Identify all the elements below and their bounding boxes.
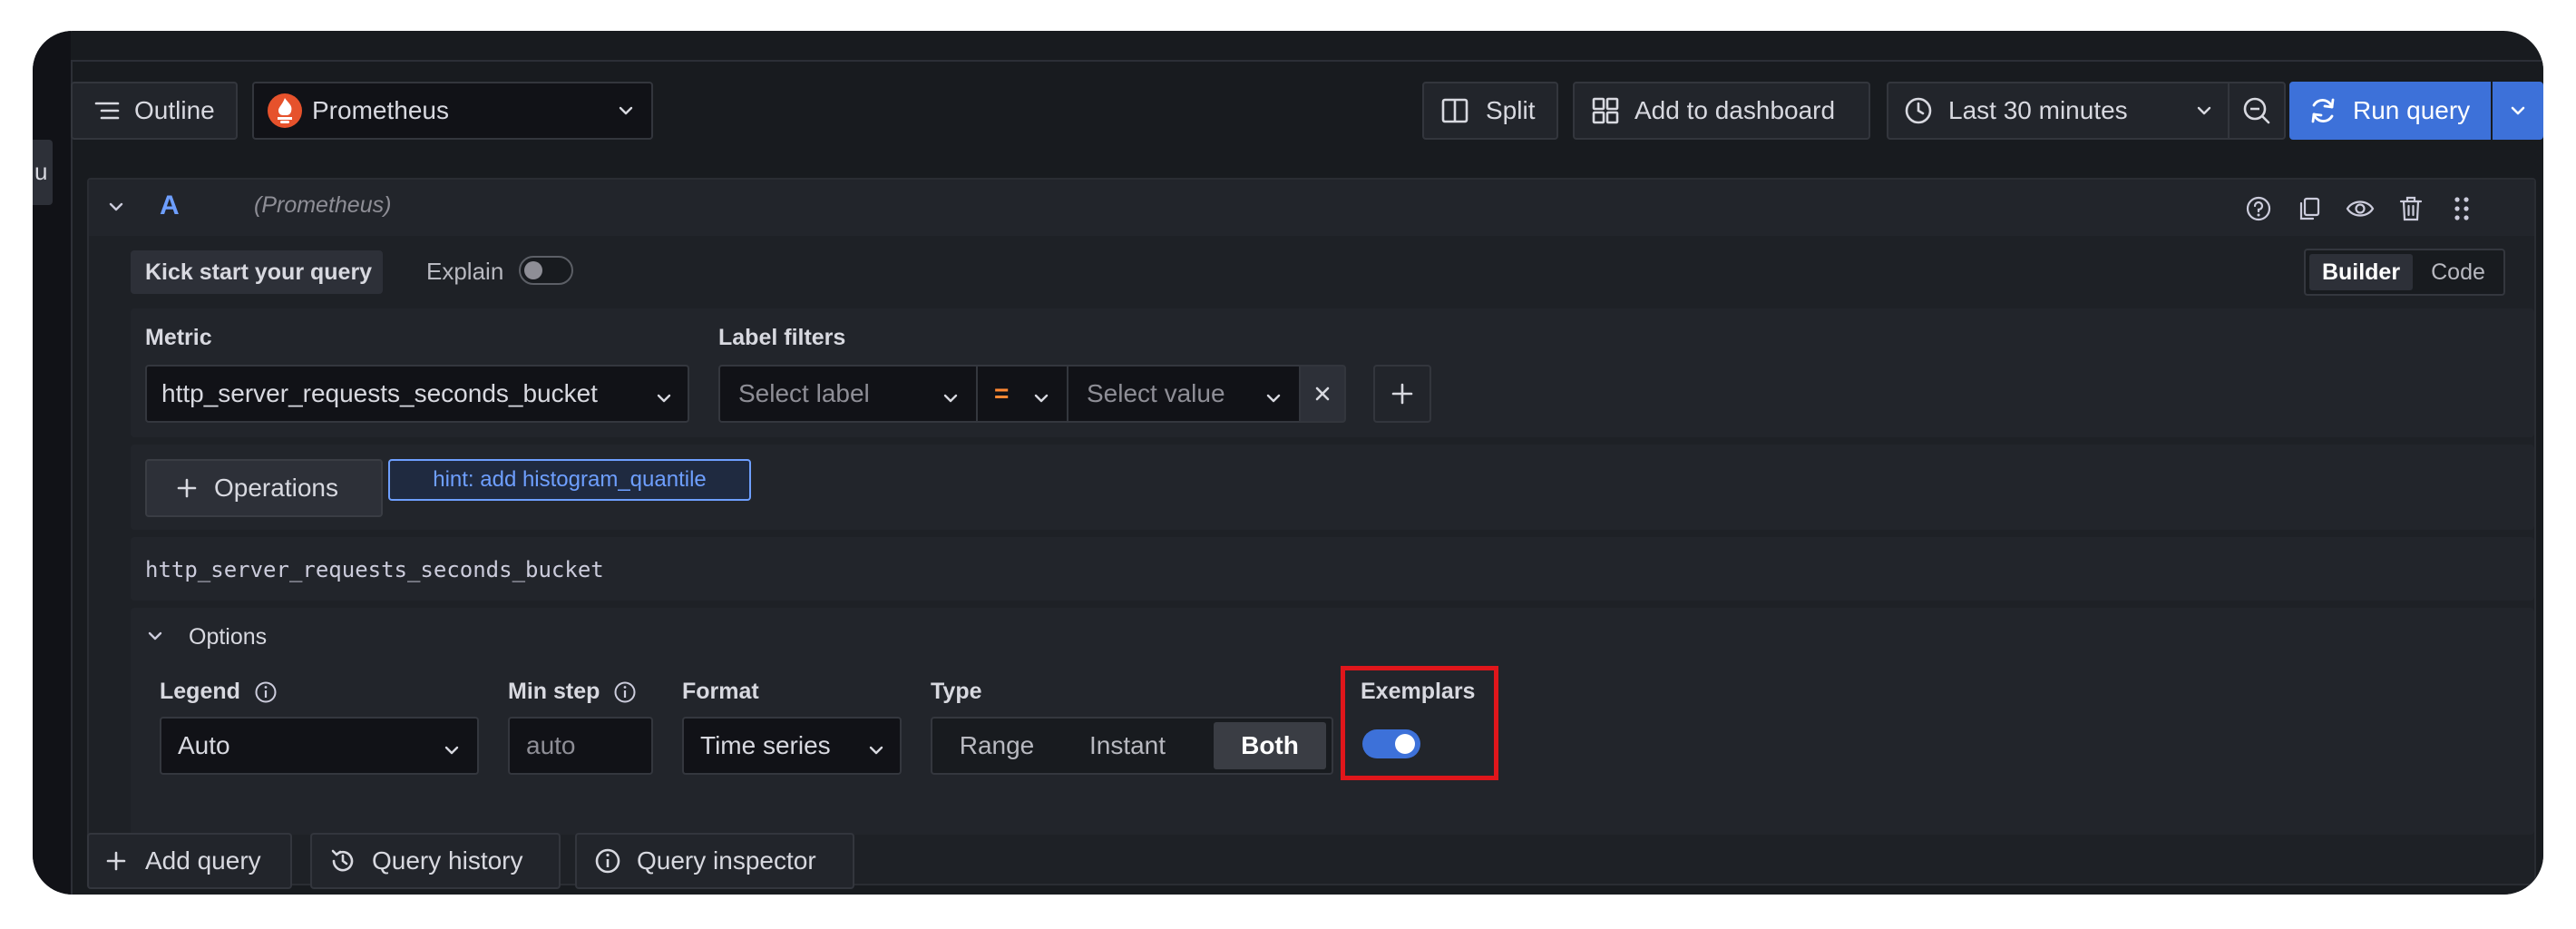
- metric-label: Metric: [145, 325, 212, 350]
- type-option-both[interactable]: Both: [1214, 722, 1326, 769]
- outline-label: Outline: [134, 96, 215, 124]
- close-icon: [1312, 384, 1332, 404]
- help-icon[interactable]: [2242, 192, 2275, 225]
- plus-icon: [105, 850, 127, 872]
- prometheus-icon: [267, 93, 303, 129]
- kick-start-label: Kick start your query: [145, 259, 373, 285]
- remove-filter-button[interactable]: [1299, 365, 1346, 423]
- history-icon: [328, 846, 357, 875]
- chevron-down-icon: [655, 385, 673, 414]
- metric-select[interactable]: http_server_requests_seconds_bucket: [145, 365, 689, 423]
- legend-value: Auto: [178, 731, 230, 759]
- query-row-header[interactable]: [89, 180, 2534, 236]
- zoom-out-icon: [2241, 95, 2272, 126]
- outline-icon: [91, 100, 123, 122]
- chevron-down-icon: [2195, 102, 2213, 120]
- run-query-button[interactable]: Run query: [2289, 82, 2491, 140]
- split-button[interactable]: Split: [1422, 82, 1558, 140]
- run-query-label: Run query: [2353, 96, 2471, 124]
- query-ref-id[interactable]: A: [160, 191, 180, 221]
- info-circle-icon: [593, 846, 622, 875]
- time-range-label: Last 30 minutes: [1948, 96, 2128, 124]
- trash-icon[interactable]: [2395, 192, 2427, 225]
- min-step-input[interactable]: auto: [508, 717, 653, 775]
- eye-icon[interactable]: [2344, 192, 2376, 225]
- zoom-out-button[interactable]: [2228, 82, 2286, 140]
- metric-value: http_server_requests_seconds_bucket: [161, 379, 598, 407]
- explore-window: u Outline Prometheus Split Add to dashbo…: [33, 31, 2543, 895]
- label-value-select[interactable]: Select value: [1067, 365, 1301, 423]
- type-option-range[interactable]: Range: [936, 722, 1058, 769]
- options-title[interactable]: Options: [189, 624, 267, 650]
- explain-toggle-knob: [524, 261, 542, 279]
- apps-icon: [1591, 96, 1620, 125]
- time-range-picker[interactable]: Last 30 minutes: [1887, 82, 2230, 140]
- clock-icon: [1903, 95, 1934, 126]
- operations-button[interactable]: Operations: [145, 459, 383, 517]
- plus-icon: [176, 477, 198, 499]
- min-step-placeholder: auto: [526, 731, 576, 759]
- hint-histogram-quantile[interactable]: hint: add histogram_quantile: [388, 459, 751, 501]
- label-key-select[interactable]: Select label: [718, 365, 978, 423]
- side-tab-label: u: [34, 158, 48, 185]
- chevron-down-icon: [942, 385, 960, 414]
- add-query-button[interactable]: Add query: [87, 833, 292, 889]
- mode-option-builder[interactable]: Builder: [2309, 254, 2413, 290]
- legend-label: Legend: [160, 679, 240, 704]
- type-option-instant[interactable]: Instant: [1058, 722, 1197, 769]
- outline-button[interactable]: Outline: [71, 82, 238, 140]
- chevron-down-icon: [2509, 102, 2527, 120]
- chevron-down-icon: [443, 737, 461, 766]
- split-label: Split: [1486, 96, 1536, 124]
- min-step-label: Min step: [508, 679, 600, 704]
- select-label-placeholder: Select label: [738, 379, 870, 407]
- query-datasource-hint: (Prometheus): [254, 192, 392, 218]
- duplicate-icon[interactable]: [2293, 192, 2326, 225]
- plus-icon: [1390, 382, 1414, 406]
- query-inspector-button[interactable]: Query inspector: [575, 833, 854, 889]
- drag-handle-icon[interactable]: [2445, 192, 2478, 225]
- explain-label: Explain: [426, 258, 504, 285]
- refresh-icon: [2308, 95, 2338, 126]
- query-history-label: Query history: [372, 846, 523, 875]
- query-inspector-label: Query inspector: [637, 846, 816, 875]
- operator-value: =: [994, 379, 1010, 407]
- kick-start-button[interactable]: Kick start your query: [131, 250, 383, 294]
- exemplars-toggle-knob: [1395, 734, 1415, 754]
- info-icon: [613, 680, 637, 709]
- select-value-placeholder: Select value: [1087, 379, 1225, 407]
- query-preview: http_server_requests_seconds_bucket: [145, 557, 604, 582]
- mode-option-code[interactable]: Code: [2416, 254, 2500, 290]
- query-history-button[interactable]: Query history: [310, 833, 561, 889]
- chevron-down-icon: [1264, 385, 1283, 414]
- operations-label: Operations: [214, 474, 338, 502]
- info-icon: [254, 680, 278, 709]
- operator-select[interactable]: =: [976, 365, 1068, 423]
- label-filters-label: Label filters: [718, 325, 846, 350]
- add-filter-button[interactable]: [1373, 365, 1431, 423]
- options-chevron-icon[interactable]: [145, 626, 165, 650]
- add-to-dashboard-button[interactable]: Add to dashboard: [1573, 82, 1870, 140]
- chevron-down-icon: [1032, 385, 1050, 414]
- datasource-name: Prometheus: [312, 96, 449, 124]
- legend-select[interactable]: Auto: [160, 717, 479, 775]
- run-query-options-button[interactable]: [2493, 82, 2543, 140]
- split-icon: [1440, 96, 1469, 125]
- exemplars-toggle[interactable]: [1362, 729, 1420, 758]
- chevron-down-icon: [867, 737, 885, 766]
- exemplars-label: Exemplars: [1361, 679, 1476, 704]
- explain-toggle[interactable]: [519, 256, 573, 285]
- chevron-down-icon: [617, 102, 635, 120]
- format-label: Format: [682, 679, 759, 704]
- datasource-picker[interactable]: Prometheus: [252, 82, 653, 140]
- type-label: Type: [931, 679, 982, 704]
- format-select[interactable]: Time series: [682, 717, 902, 775]
- add-query-label: Add query: [145, 846, 261, 875]
- add-to-dashboard-label: Add to dashboard: [1634, 96, 1836, 124]
- collapse-chevron-icon[interactable]: [105, 196, 127, 222]
- format-value: Time series: [700, 731, 831, 759]
